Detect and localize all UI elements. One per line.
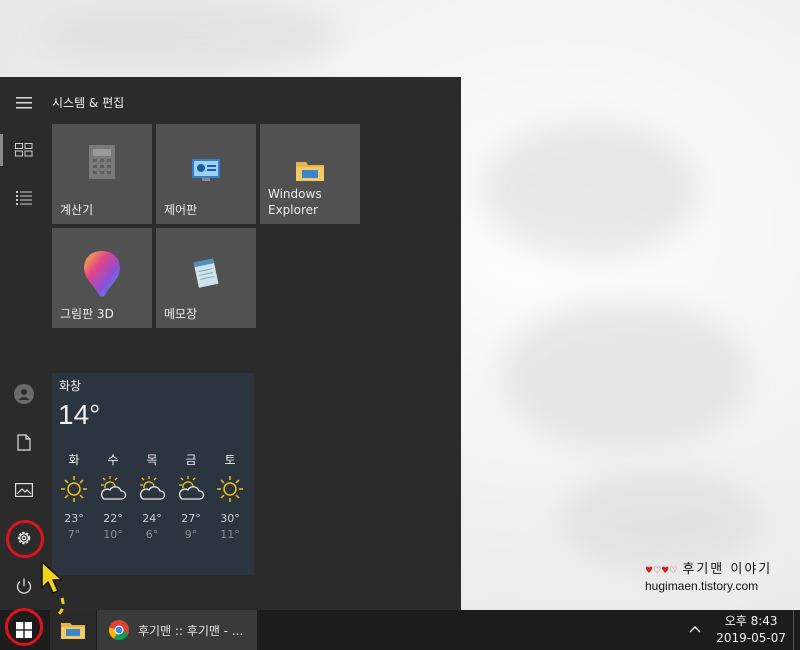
control-panel-icon — [192, 159, 220, 181]
clock-date: 2019-05-07 — [716, 631, 786, 645]
forecast-low: 10° — [103, 528, 123, 541]
forecast-low: 9° — [184, 528, 198, 541]
show-desktop-button[interactable] — [793, 610, 800, 650]
documents-button[interactable] — [0, 420, 48, 464]
tile-control-panel[interactable]: 제어판 — [156, 124, 256, 224]
tile-label: 제어판 — [164, 203, 198, 217]
tile-label: 그림판 3D — [60, 307, 114, 321]
forecast-weekday: 토 — [224, 453, 236, 467]
background-texture — [40, 0, 340, 70]
forecast-high: 22° — [103, 512, 123, 525]
forecast-weekday: 화 — [68, 453, 80, 467]
background-texture — [560, 470, 760, 570]
tiles-view-button[interactable] — [0, 128, 48, 172]
forecast-weekday: 목 — [146, 453, 158, 467]
taskbar-chrome-window[interactable]: 후기맨 :: 후기맨 - ... — [97, 610, 257, 650]
partly-cloudy-icon — [139, 476, 166, 500]
power-icon — [16, 578, 32, 594]
cursor-arrow-icon — [41, 561, 65, 618]
weather-condition: 화창 — [59, 379, 82, 393]
folder-icon — [296, 162, 324, 181]
tile-label: 계산기 — [60, 203, 94, 217]
system-clock[interactable]: 오후 8:43 2019-05-07 — [716, 613, 786, 647]
tile-notepad[interactable]: 메모장 — [156, 228, 256, 328]
forecast-weekday: 수 — [107, 453, 119, 467]
user-account-button[interactable] — [0, 372, 48, 416]
taskbar: 후기맨 :: 후기맨 - ... 오후 8:43 2019-05-07 — [0, 610, 800, 650]
watermark-hearts: ♥♡♥♡ — [645, 566, 678, 576]
forecast-high: 23° — [64, 512, 84, 525]
forecast-low: 7° — [67, 528, 81, 541]
clock-time: 오후 8:43 — [724, 614, 778, 628]
notepad-icon — [193, 258, 219, 288]
partly-cloudy-icon — [178, 476, 205, 500]
watermark: ♥♡♥♡ 후기맨 이야기 hugimaen.tistory.com — [645, 558, 772, 593]
all-apps-button[interactable] — [0, 176, 48, 220]
chrome-icon — [108, 620, 129, 641]
tile-label: 메모장 — [164, 307, 198, 321]
pictures-button[interactable] — [0, 468, 48, 512]
forecast-high: 27° — [181, 512, 201, 525]
tile-label: Windows Explorer — [268, 187, 322, 217]
background-texture — [480, 120, 700, 260]
forecast-day: 수 22° 10° — [96, 451, 130, 541]
tile-group-title: 시스템 & 편집 — [52, 96, 125, 110]
folder-icon — [61, 623, 85, 639]
highlight-ring-settings — [6, 520, 44, 558]
tiles-icon — [15, 143, 33, 157]
tile-windows-explorer[interactable]: Windows Explorer — [260, 124, 360, 224]
forecast-weekday: 금 — [185, 453, 197, 467]
weather-current-temp: 14° — [58, 399, 101, 430]
partly-cloudy-icon — [100, 476, 127, 500]
forecast-day: 목 24° 6° — [135, 451, 169, 541]
documents-icon — [17, 433, 31, 451]
chevron-up-icon[interactable] — [688, 622, 702, 636]
start-menu: 시스템 & 편집 계산기 제어판 Windows Explorer 그림판 3D… — [0, 77, 461, 610]
forecast-day: 금 27° 9° — [174, 451, 208, 541]
all-apps-list-icon — [16, 191, 32, 205]
watermark-name: 후기맨 이야기 — [682, 562, 773, 577]
forecast-high: 30° — [220, 512, 240, 525]
sunny-icon — [217, 476, 243, 502]
tile-calculator[interactable]: 계산기 — [52, 124, 152, 224]
paint-3d-icon — [84, 251, 120, 297]
tile-paint-3d[interactable]: 그림판 3D — [52, 228, 152, 328]
forecast-low: 6° — [145, 528, 159, 541]
hamburger-menu-button[interactable] — [0, 81, 48, 125]
forecast-day: 토 30° 11° — [213, 451, 247, 541]
hamburger-menu-icon — [16, 97, 32, 109]
taskbar-window-title: 후기맨 :: 후기맨 - ... — [138, 623, 244, 638]
watermark-url: hugimaen.tistory.com — [645, 579, 759, 593]
user-account-icon — [14, 384, 34, 404]
calculator-icon — [89, 145, 115, 179]
forecast-high: 24° — [142, 512, 162, 525]
forecast-day: 화 23° 7° — [57, 451, 91, 541]
forecast-low: 11° — [220, 528, 240, 541]
sunny-icon — [61, 476, 87, 502]
weather-tile[interactable]: 화창 14° 화 23° 7° 수 22° 10° 목 24° 6° 금 27°… — [52, 373, 254, 575]
background-texture — [500, 300, 750, 450]
pictures-icon — [15, 483, 33, 497]
